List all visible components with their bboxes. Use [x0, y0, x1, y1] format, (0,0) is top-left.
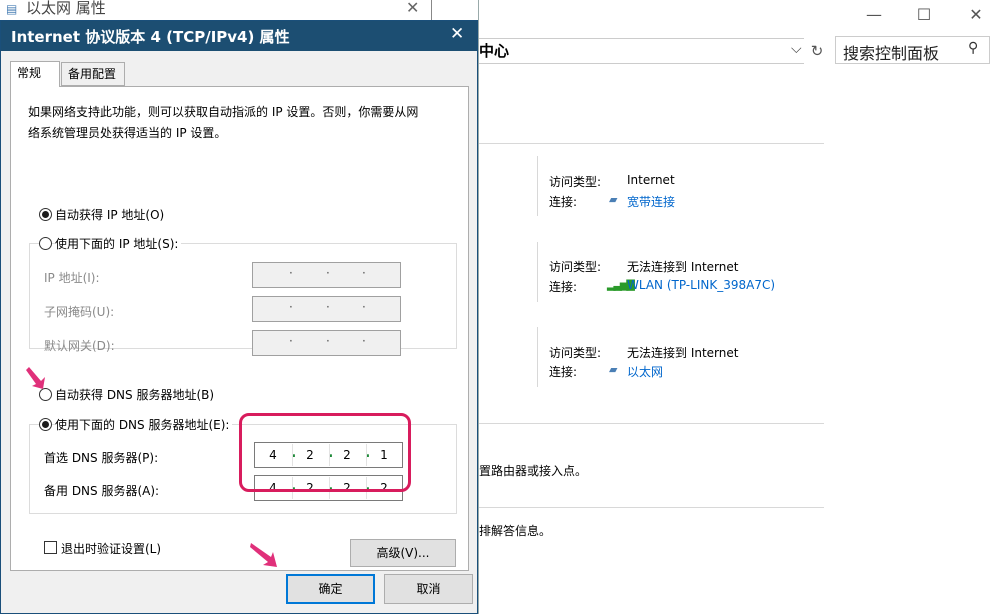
ethernet-properties-title: 以太网 属性: [26, 0, 106, 17]
close-icon[interactable]: ✕: [961, 4, 991, 26]
troubleshoot-text[interactable]: 排解答信息。: [479, 522, 551, 539]
ip-address-field: · · ·: [252, 262, 401, 288]
access-type-value: 无法连接到 Internet: [627, 260, 739, 274]
ip-dot: ·: [326, 266, 330, 280]
setup-router-text[interactable]: 置路由器或接入点。: [479, 462, 587, 479]
close-icon[interactable]: ✕: [406, 0, 419, 17]
search-placeholder: 搜索控制面板: [843, 44, 940, 63]
connection-link-wlan[interactable]: WLAN (TP-LINK_398A7C): [627, 278, 775, 292]
minimize-icon[interactable]: —: [859, 4, 889, 26]
access-type-label: 访问类型:: [549, 260, 602, 274]
ipv4-properties-dialog: Internet 协议版本 4 (TCP/IPv4) 属性 ✕ 如果网络支持此功…: [0, 20, 478, 614]
ip-dot: ·: [362, 300, 366, 314]
ethernet-properties-window-behind: ▤ 以太网 属性 ✕: [0, 0, 432, 20]
ip-dot: ·: [362, 266, 366, 280]
access-type-label: 访问类型:: [549, 175, 602, 189]
ip-manual-label[interactable]: 使用下面的 IP 地址(S):: [55, 235, 182, 252]
ok-button[interactable]: 确定: [286, 574, 375, 604]
dns-auto-label[interactable]: 自动获得 DNS 服务器地址(B): [55, 386, 214, 403]
maximize-icon[interactable]: ☐: [909, 4, 939, 26]
dns-manual-label[interactable]: 使用下面的 DNS 服务器地址(E):: [55, 416, 233, 433]
subnet-mask-field: · · ·: [252, 296, 401, 322]
address-bar[interactable]: 中心 ⌵: [479, 38, 804, 64]
search-input[interactable]: 搜索控制面板 ⚲: [835, 36, 990, 64]
divider: [479, 507, 824, 508]
access-type-value: Internet: [627, 173, 675, 187]
search-icon[interactable]: ⚲: [968, 40, 978, 56]
ip-dot: ·: [289, 300, 293, 314]
tab-alternate-config[interactable]: 备用配置: [61, 62, 125, 86]
description-line: 络系统管理员处获得适当的 IP 设置。: [28, 126, 227, 140]
divider: [537, 156, 538, 216]
ip-dot: ·: [289, 266, 293, 280]
description-line: 如果网络支持此功能，则可以获取自动指派的 IP 设置。否则，你需要从网: [28, 105, 419, 119]
cancel-button[interactable]: 取消: [384, 574, 473, 604]
dialog-title: Internet 协议版本 4 (TCP/IPv4) 属性: [11, 28, 290, 46]
divider: [537, 242, 538, 302]
connection-link-broadband[interactable]: 宽带连接: [627, 193, 675, 210]
tab-panel-general: 如果网络支持此功能，则可以获取自动指派的 IP 设置。否则，你需要从网 络系统管…: [10, 86, 469, 571]
default-gateway-label: 默认网关(D):: [44, 339, 115, 353]
annotation-arrow-icon: [250, 543, 277, 567]
divider: [537, 327, 538, 387]
preferred-dns-label: 首选 DNS 服务器(P):: [44, 451, 159, 465]
ip-dot: ·: [362, 334, 366, 348]
ip-dot: ·: [326, 300, 330, 314]
dns-highlight-box: [239, 413, 411, 492]
dns-manual-radio[interactable]: [39, 418, 52, 431]
ethernet-icon: ▰: [609, 363, 618, 376]
access-type-label: 访问类型:: [549, 346, 602, 360]
divider: [479, 423, 824, 424]
chevron-down-icon[interactable]: ⌵: [791, 41, 802, 57]
divider: [479, 143, 824, 144]
network-center-window: — ☐ ✕ 中心 ⌵ ↻ 搜索控制面板 ⚲ 访问类型: Internet 连接:…: [478, 0, 1000, 614]
validate-checkbox[interactable]: [44, 541, 57, 554]
close-icon[interactable]: ✕: [450, 24, 464, 44]
ip-address-label: IP 地址(I):: [44, 271, 100, 285]
description-text: 如果网络支持此功能，则可以获取自动指派的 IP 设置。否则，你需要从网 络系统管…: [28, 102, 448, 144]
ethernet-icon: ▤: [6, 2, 18, 16]
ip-manual-radio[interactable]: [39, 237, 52, 250]
advanced-button[interactable]: 高级(V)...: [350, 539, 456, 567]
validate-label[interactable]: 退出时验证设置(L): [61, 540, 161, 557]
subnet-mask-label: 子网掩码(U):: [44, 305, 115, 319]
connection-label: 连接:: [549, 365, 578, 379]
connection-link-ethernet[interactable]: 以太网: [627, 363, 663, 380]
window-divider: [431, 0, 432, 20]
ip-dot: ·: [289, 334, 293, 348]
ip-dot: ·: [326, 334, 330, 348]
alternate-dns-label: 备用 DNS 服务器(A):: [44, 484, 160, 498]
ip-auto-label[interactable]: 自动获得 IP 地址(O): [55, 206, 164, 223]
dialog-title-bar[interactable]: Internet 协议版本 4 (TCP/IPv4) 属性 ✕: [1, 21, 477, 51]
annotation-arrow-icon: [26, 367, 45, 389]
ethernet-icon: ▰: [609, 193, 618, 206]
connection-label: 连接:: [549, 280, 578, 294]
address-text: 中心: [479, 42, 510, 60]
connection-label: 连接:: [549, 195, 578, 209]
tab-general[interactable]: 常规: [10, 61, 60, 87]
refresh-icon[interactable]: ↻: [807, 38, 827, 64]
ip-auto-radio[interactable]: [39, 208, 52, 221]
access-type-value: 无法连接到 Internet: [627, 346, 739, 360]
default-gateway-field: · · ·: [252, 330, 401, 356]
